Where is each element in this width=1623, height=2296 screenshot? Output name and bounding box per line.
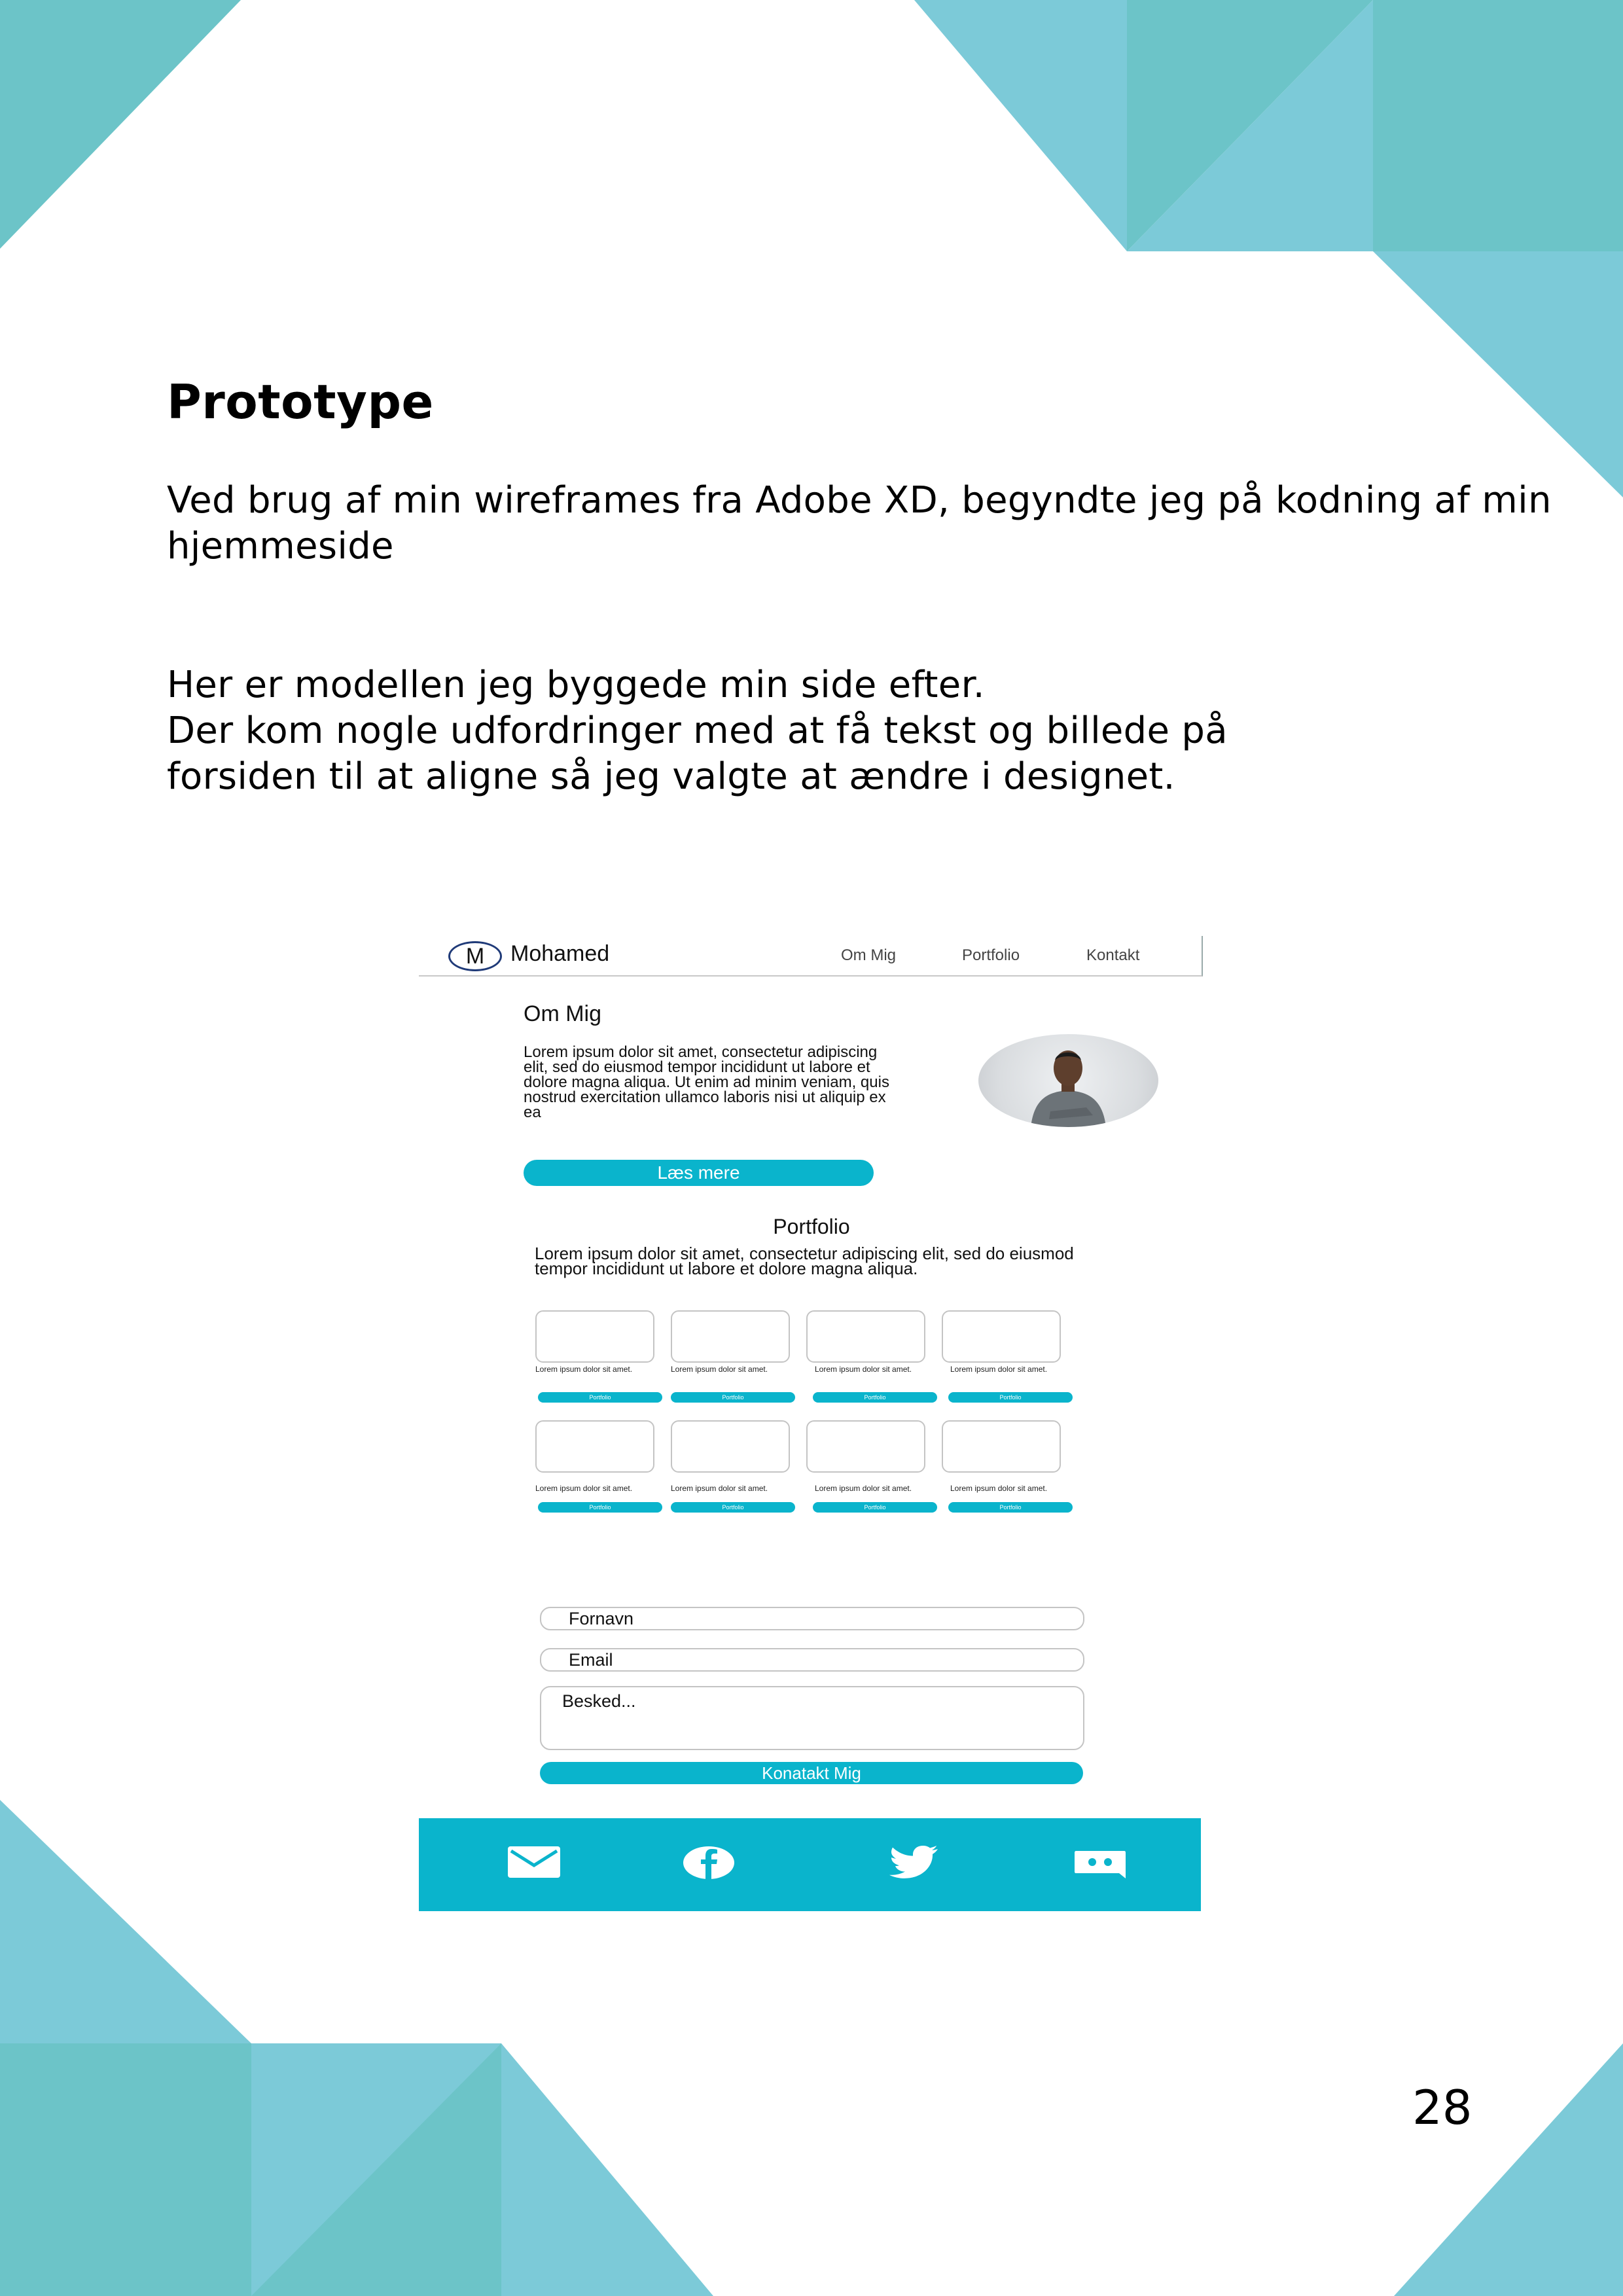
portfolio-card-image[interactable] (535, 1310, 654, 1363)
portfolio-card-text: Lorem ipsum dolor sit amet. (535, 1484, 633, 1493)
portfolio-card-image[interactable] (671, 1420, 790, 1473)
portfolio-card-image[interactable] (806, 1310, 925, 1363)
portfolio-card-button[interactable]: Portfolio (538, 1392, 662, 1403)
brand-name[interactable]: Mohamed (510, 941, 609, 967)
portfolio-card-text: Lorem ipsum dolor sit amet. (815, 1484, 912, 1493)
nav-link-portfolio[interactable]: Portfolio (962, 946, 1020, 965)
top-right-corner (914, 0, 1623, 497)
portfolio-card-text: Lorem ipsum dolor sit amet. (815, 1365, 912, 1374)
about-text: Lorem ipsum dolor sit amet, consectetur … (524, 1043, 889, 1121)
portfolio-card-text: Lorem ipsum dolor sit amet. (671, 1365, 768, 1374)
portfolio-card-image[interactable] (942, 1420, 1061, 1473)
portfolio-card-button[interactable]: Portfolio (813, 1392, 937, 1403)
about-title: Om Mig (524, 1001, 601, 1026)
portfolio-card-button[interactable]: Portfolio (671, 1502, 795, 1513)
portfolio-card-text: Lorem ipsum dolor sit amet. (671, 1484, 768, 1493)
portfolio-card-image[interactable] (942, 1310, 1061, 1363)
contact-submit-button[interactable]: Konatakt Mig (540, 1762, 1083, 1784)
portfolio-card-text: Lorem ipsum dolor sit amet. (950, 1365, 1048, 1374)
person-illustration (1031, 1050, 1106, 1127)
page-heading: Prototype (167, 374, 434, 429)
twitter-icon[interactable] (885, 1846, 939, 1878)
model-description-line1: Her er modellen jeg byggede min side eft… (167, 664, 985, 706)
intro-paragraph: Ved brug af min wireframes fra Adobe XD,… (167, 479, 1552, 567)
portfolio-card-button[interactable]: Portfolio (538, 1502, 662, 1513)
top-left-corner (0, 0, 241, 249)
read-more-button[interactable]: Læs mere (524, 1160, 874, 1186)
portfolio-title: Portfolio (773, 1215, 850, 1238)
portfolio-card-text: Lorem ipsum dolor sit amet. (950, 1484, 1048, 1493)
mockup-navbar: M Mohamed Om Mig Portfolio Kontakt (419, 936, 1203, 977)
mail-icon[interactable] (507, 1846, 561, 1878)
mockup-footer (419, 1818, 1201, 1911)
website-mockup: M Mohamed Om Mig Portfolio Kontakt Om Mi… (419, 936, 1204, 1911)
nav-link-om-mig[interactable]: Om Mig (841, 946, 896, 965)
portfolio-card-button[interactable]: Portfolio (948, 1502, 1073, 1513)
name-field-placeholder: Fornavn (569, 1609, 634, 1628)
portfolio-card-text: Lorem ipsum dolor sit amet. (535, 1365, 633, 1374)
portfolio-card-button[interactable]: Portfolio (948, 1392, 1073, 1403)
logo-icon[interactable]: M (448, 941, 502, 971)
name-field[interactable]: Fornavn (540, 1607, 1084, 1630)
message-field[interactable]: Besked... (540, 1686, 1084, 1750)
model-description-line2: Der kom nogle udfordringer med at få tek… (167, 709, 1228, 798)
email-field-placeholder: Email (569, 1650, 613, 1670)
nav-link-kontakt[interactable]: Kontakt (1086, 946, 1139, 965)
portfolio-card-image[interactable] (806, 1420, 925, 1473)
profile-photo (978, 1034, 1158, 1127)
message-field-placeholder: Besked... (562, 1691, 636, 1711)
portfolio-text: Lorem ipsum dolor sit amet, consectetur … (535, 1244, 1074, 1278)
portfolio-card-image[interactable] (535, 1420, 654, 1473)
portfolio-card-image[interactable] (671, 1310, 790, 1363)
email-field[interactable]: Email (540, 1648, 1084, 1672)
discord-icon[interactable] (1073, 1850, 1127, 1880)
portfolio-card-button[interactable]: Portfolio (671, 1392, 795, 1403)
page-number: 28 (1412, 2080, 1472, 2135)
portfolio-card-button[interactable]: Portfolio (813, 1502, 937, 1513)
facebook-icon[interactable] (683, 1846, 735, 1880)
